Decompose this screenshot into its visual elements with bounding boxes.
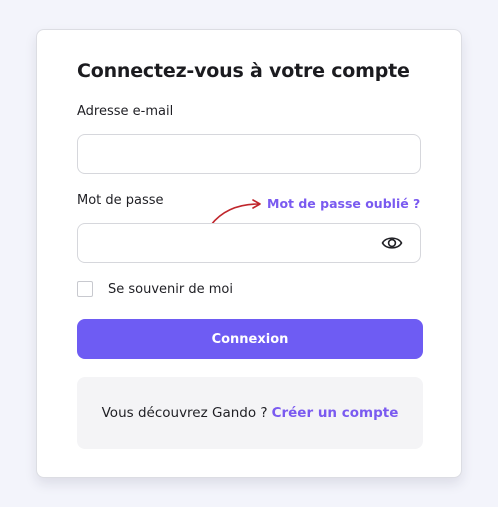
password-label: Mot de passe	[77, 193, 164, 208]
remember-me-label: Se souvenir de moi	[108, 282, 233, 297]
login-card: Connectez-vous à votre compte Adresse e-…	[36, 29, 462, 478]
signup-prompt-text: Vous découvrez Gando ?	[101, 405, 268, 421]
eye-icon[interactable]	[381, 233, 403, 253]
page-title: Connectez-vous à votre compte	[77, 60, 410, 82]
login-button[interactable]: Connexion	[77, 319, 423, 359]
forgot-password-link[interactable]: Mot de passe oublié ?	[267, 196, 420, 211]
remember-me-checkbox[interactable]	[77, 281, 93, 297]
email-label: Adresse e-mail	[77, 104, 174, 119]
signup-prompt-box: Vous découvrez Gando ? Créer un compte	[77, 377, 423, 449]
email-field[interactable]	[77, 134, 421, 174]
create-account-link[interactable]: Créer un compte	[272, 405, 399, 421]
password-field[interactable]	[77, 223, 421, 263]
